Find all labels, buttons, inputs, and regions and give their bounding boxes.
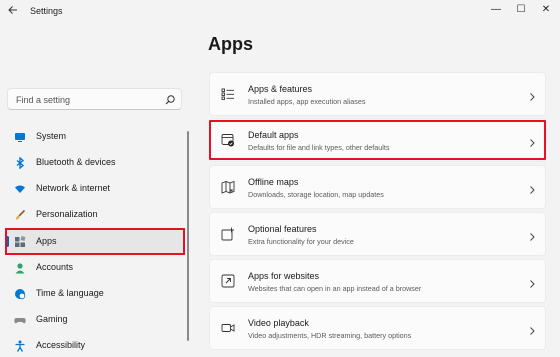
add-box-icon — [221, 227, 235, 241]
open-link-icon — [221, 274, 235, 288]
card-offline-maps[interactable]: Offline maps Downloads, storage location… — [209, 165, 546, 209]
chevron-right-icon — [528, 89, 536, 101]
bluetooth-icon — [14, 156, 26, 170]
card-subtitle: Installed apps, app execution aliases — [248, 97, 366, 106]
sidebar-item-label: Time & language — [36, 288, 104, 298]
system-icon — [14, 130, 26, 142]
maximize-button[interactable]: ☐ — [512, 2, 530, 18]
chevron-right-icon — [528, 323, 536, 335]
search-icon[interactable] — [164, 93, 176, 105]
title-bar: Settings — ☐ ✕ — [0, 0, 560, 24]
card-subtitle: Downloads, storage location, map updates — [248, 190, 384, 199]
map-icon — [221, 180, 235, 194]
chevron-right-icon — [528, 182, 536, 194]
search-input[interactable] — [14, 92, 163, 108]
sidebar-item-personalization[interactable]: Personalization — [6, 202, 184, 226]
close-button[interactable]: ✕ — [537, 2, 555, 18]
card-subtitle: Video adjustments, HDR streaming, batter… — [248, 331, 412, 340]
card-optional-features[interactable]: Optional features Extra functionality fo… — [209, 212, 546, 256]
card-video-playback[interactable]: Video playback Video adjustments, HDR st… — [209, 306, 546, 350]
sidebar-item-accessibility[interactable]: Accessibility — [6, 333, 184, 357]
chevron-right-icon — [528, 276, 536, 288]
card-title: Video playback — [248, 318, 309, 328]
highlight-box-default-apps — [209, 120, 546, 160]
card-title: Apps for websites — [248, 271, 320, 281]
paintbrush-icon — [14, 208, 26, 220]
search-box[interactable] — [7, 88, 182, 110]
person-icon — [14, 261, 26, 274]
accessibility-icon — [14, 339, 26, 352]
window-title: Settings — [30, 6, 63, 16]
minimize-button[interactable]: — — [487, 2, 505, 18]
controller-icon — [14, 313, 26, 325]
globe-clock-icon — [14, 287, 26, 300]
card-apps-features[interactable]: Apps & features Installed apps, app exec… — [209, 72, 546, 116]
card-title: Optional features — [248, 224, 317, 234]
video-icon — [221, 321, 235, 335]
card-title: Apps & features — [248, 84, 313, 94]
sidebar-item-system[interactable]: System — [6, 124, 184, 148]
sidebar-item-gaming[interactable]: Gaming — [6, 307, 184, 331]
highlight-box-apps — [5, 228, 185, 255]
sidebar-item-bluetooth[interactable]: Bluetooth & devices — [6, 150, 184, 174]
wifi-icon — [14, 182, 26, 194]
sidebar-item-label: Accounts — [36, 262, 74, 272]
sidebar-item-network[interactable]: Network & internet — [6, 176, 184, 200]
sidebar-item-label: Network & internet — [36, 183, 111, 193]
list-icon — [221, 87, 235, 101]
card-subtitle: Extra functionality for your device — [248, 237, 354, 246]
sidebar-scrollbar[interactable] — [187, 131, 189, 341]
sidebar-item-label: Personalization — [36, 209, 98, 219]
sidebar-item-label: Bluetooth & devices — [36, 157, 116, 167]
sidebar-item-accounts[interactable]: Accounts — [6, 255, 184, 279]
card-subtitle: Websites that can open in an app instead… — [248, 284, 422, 293]
card-title: Offline maps — [248, 177, 299, 187]
sidebar-item-label: System — [36, 131, 67, 141]
page-title: Apps — [208, 34, 253, 54]
sidebar-item-time-language[interactable]: Time & language — [6, 281, 184, 305]
back-arrow-icon[interactable] — [7, 4, 21, 18]
card-apps-for-websites[interactable]: Apps for websites Websites that can open… — [209, 259, 546, 303]
sidebar-item-label: Gaming — [36, 314, 68, 324]
chevron-right-icon — [528, 229, 536, 241]
sidebar-item-label: Accessibility — [36, 340, 86, 350]
